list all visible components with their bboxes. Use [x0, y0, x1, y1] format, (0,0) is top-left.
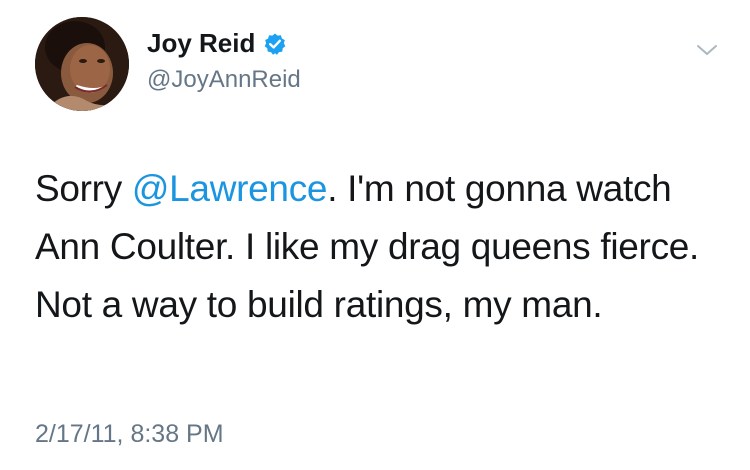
tweet-card: Joy Reid @JoyAnnReid Sorry @Lawrence. I'… — [0, 0, 750, 470]
avatar[interactable] — [35, 17, 129, 111]
user-handle[interactable]: @JoyAnnReid — [147, 66, 301, 94]
tweet-text: Sorry @Lawrence. I'm not gonna watch Ann… — [35, 160, 725, 334]
avatar-photo — [35, 17, 129, 111]
chevron-down-icon[interactable] — [695, 38, 719, 62]
display-name-text[interactable]: Joy Reid — [147, 28, 255, 59]
tweet-timestamp[interactable]: 2/17/11, 8:38 PM — [35, 420, 224, 449]
mention-link[interactable]: @Lawrence — [132, 168, 328, 209]
display-name[interactable]: Joy Reid — [147, 28, 287, 59]
verified-badge-icon — [263, 32, 287, 56]
tweet-text-before: Sorry — [35, 168, 132, 209]
